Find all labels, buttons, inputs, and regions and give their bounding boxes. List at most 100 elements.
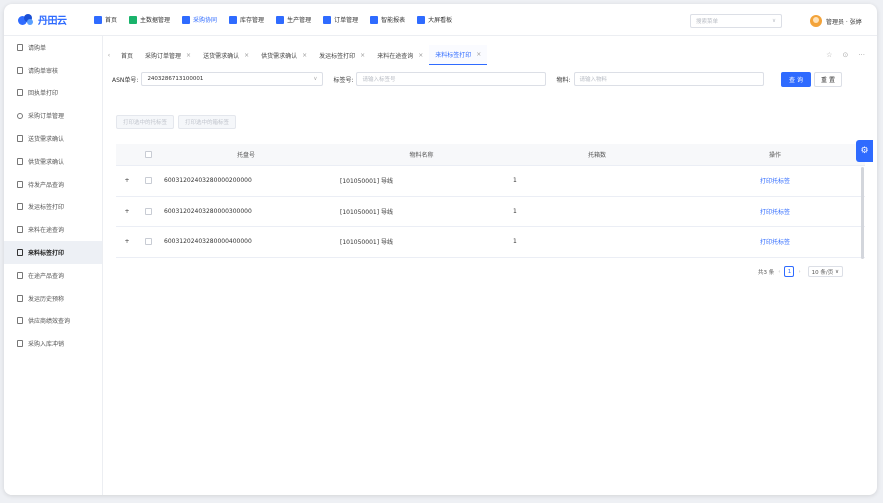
cell-pallet: 60031202403280000200000 — [164, 177, 252, 185]
user-menu[interactable]: 管理员 · 张婷 — [810, 13, 862, 29]
menu-search-input[interactable]: 搜索菜单 ∨ — [690, 14, 782, 28]
table-row: +60031202403280000300000 [101050001] 导线 1 打… — [116, 197, 865, 227]
more-icon[interactable]: ··· — [858, 51, 865, 59]
row-checkbox[interactable] — [144, 238, 152, 246]
table-header: 托盘号 物料名称 托箱数 操作 — [116, 144, 865, 166]
cell-material: [101050001] 导线 — [340, 178, 393, 186]
topnav-item-5[interactable]: 订单管理 — [317, 4, 364, 36]
cell-pallet: 60031202403280000300000 — [164, 207, 252, 215]
gear-icon — [17, 112, 23, 119]
topnav-item-3[interactable]: 库存管理 — [223, 4, 270, 36]
collapse-sidebar-icon[interactable]: ‹ — [103, 52, 115, 59]
report-icon — [370, 15, 379, 24]
factory-icon — [276, 15, 285, 24]
tab-4[interactable]: 发运标签打印 × — [313, 45, 371, 65]
app-logo[interactable]: 丹田云 — [18, 12, 88, 27]
tab-5[interactable]: 来料在途查询 × — [371, 45, 429, 65]
print-pallet-label-link[interactable]: 打印托标签 — [760, 209, 790, 216]
tab-0[interactable]: 首页 — [115, 45, 139, 65]
sidebar-item-12[interactable]: 供应商绩效查询 — [4, 310, 102, 333]
query-button[interactable]: 查 询 — [781, 72, 811, 87]
print-pallet-label-link[interactable]: 打印托标签 — [760, 178, 790, 185]
main-content: ASN单号: 2403286713100001 ∨ 标签号: 请输入标签号 物料… — [110, 65, 869, 495]
topnav-item-1[interactable]: 主数据管理 — [123, 4, 176, 36]
print-selected-box-button[interactable]: 打印选中的箱标签 — [178, 115, 237, 129]
close-icon[interactable]: × — [244, 52, 249, 59]
logo-text: 丹田云 — [38, 16, 67, 27]
select-all-checkbox[interactable] — [144, 151, 152, 158]
table-row: +60031202403280000400000 [101050001] 导线 1 打… — [116, 227, 865, 258]
page-number[interactable]: 1 — [784, 266, 795, 277]
pallet-table: 托盘号 物料名称 托箱数 操作 +60031202403280000200000… — [116, 144, 865, 258]
material-input[interactable]: 请输入物料 — [573, 72, 764, 86]
topnav-item-4[interactable]: 生产管理 — [270, 4, 317, 36]
sidebar-item-10[interactable]: 在途产品查询 — [4, 264, 102, 287]
dashboard-icon — [417, 15, 426, 24]
doc-icon — [17, 249, 23, 257]
logo-icon — [18, 14, 34, 25]
asn-select[interactable]: 2403286713100001 ∨ — [141, 72, 324, 86]
sidebar-item-13[interactable]: 采购入库冲销 — [4, 332, 102, 355]
cell-pallet: 60031202403280000400000 — [164, 238, 252, 246]
sidebar-item-4[interactable]: 送货需求确认 — [4, 127, 102, 150]
topnav-item-6[interactable]: 智能报表 — [364, 4, 411, 36]
expand-icon[interactable]: + — [116, 177, 138, 184]
doc-icon — [17, 157, 23, 165]
reset-button[interactable]: 重 置 — [814, 72, 842, 87]
sidebar-item-8[interactable]: 来料在途查询 — [4, 218, 102, 241]
doc-icon — [17, 66, 23, 74]
doc-icon — [17, 135, 23, 143]
app-window: 丹田云 首页 主数据管理 采购协同 库存管理 生产管理 订单管理 智能报表 大屏看板 搜索菜单… — [4, 4, 877, 495]
chevron-down-icon: ∨ — [313, 76, 318, 82]
chevron-down-icon: ∨ — [771, 18, 776, 24]
tab-1[interactable]: 采购订单管理 × — [139, 45, 197, 65]
print-pallet-label-link[interactable]: 打印托标签 — [760, 239, 790, 246]
close-icon[interactable]: × — [302, 52, 307, 59]
doc-icon — [17, 43, 23, 51]
database-icon — [129, 15, 138, 24]
pagination: 共3 条 ‹ 1 › 10 条/页 ∨ — [758, 266, 844, 277]
table-body: +60031202403280000200000 [101050001] 导线 1 打… — [116, 166, 865, 258]
topnav-item-0[interactable]: 首页 — [88, 4, 123, 36]
row-checkbox[interactable] — [144, 207, 152, 215]
sidebar-item-6[interactable]: 待发产品查询 — [4, 173, 102, 196]
sidebar-item-0[interactable]: 请购单 — [4, 36, 102, 59]
warehouse-icon — [229, 15, 238, 24]
row-checkbox[interactable] — [144, 177, 152, 185]
table-row: +60031202403280000200000 [101050001] 导线 1 打… — [116, 166, 865, 197]
sidebar-item-7[interactable]: 发运标签打印 — [4, 196, 102, 219]
doc-icon — [17, 317, 23, 325]
close-icon[interactable]: × — [186, 52, 191, 59]
star-icon[interactable]: ☆ — [826, 51, 832, 59]
prev-page-icon[interactable]: ‹ — [778, 269, 780, 275]
next-page-icon[interactable]: › — [798, 269, 800, 275]
table-scrollbar[interactable] — [861, 167, 864, 259]
close-icon[interactable]: × — [476, 51, 481, 58]
settings-gear-icon[interactable]: ⚙ — [856, 140, 873, 162]
sidebar-item-2[interactable]: 回执单打印 — [4, 82, 102, 105]
close-icon[interactable]: × — [418, 52, 423, 59]
home-icon — [94, 15, 102, 24]
tab-2[interactable]: 送货需求确认 × — [197, 45, 255, 65]
sidebar-item-11[interactable]: 发运历史预称 — [4, 287, 102, 310]
page-size-select[interactable]: 10 条/页 ∨ — [807, 266, 844, 277]
material-label: 物料: — [556, 76, 571, 84]
tag-number-input[interactable]: 请输入标签号 — [356, 72, 547, 86]
order-icon — [323, 15, 332, 24]
topnav-item-7[interactable]: 大屏看板 — [411, 4, 458, 36]
expand-icon[interactable]: + — [116, 238, 138, 245]
expand-icon[interactable]: + — [116, 208, 138, 215]
sidebar-item-1[interactable]: 请购单审核 — [4, 59, 102, 82]
sidebar-item-3[interactable]: 采购订单管理 — [4, 104, 102, 127]
print-selected-pallet-button[interactable]: 打印选中的托标签 — [116, 115, 175, 129]
help-icon[interactable]: ⊙ — [842, 51, 848, 59]
close-icon[interactable]: × — [360, 52, 365, 59]
cell-material: [101050001] 导线 — [340, 208, 393, 216]
doc-icon — [17, 226, 23, 234]
sidebar-item-9[interactable]: 来料标签打印 — [4, 241, 102, 264]
tab-3[interactable]: 供货需求确认 × — [255, 45, 313, 65]
topnav-item-2[interactable]: 采购协同 — [176, 4, 223, 36]
sidebar-item-5[interactable]: 供货需求确认 — [4, 150, 102, 173]
tab-6[interactable]: 来料标签打印 × — [429, 45, 488, 65]
avatar — [810, 15, 822, 27]
